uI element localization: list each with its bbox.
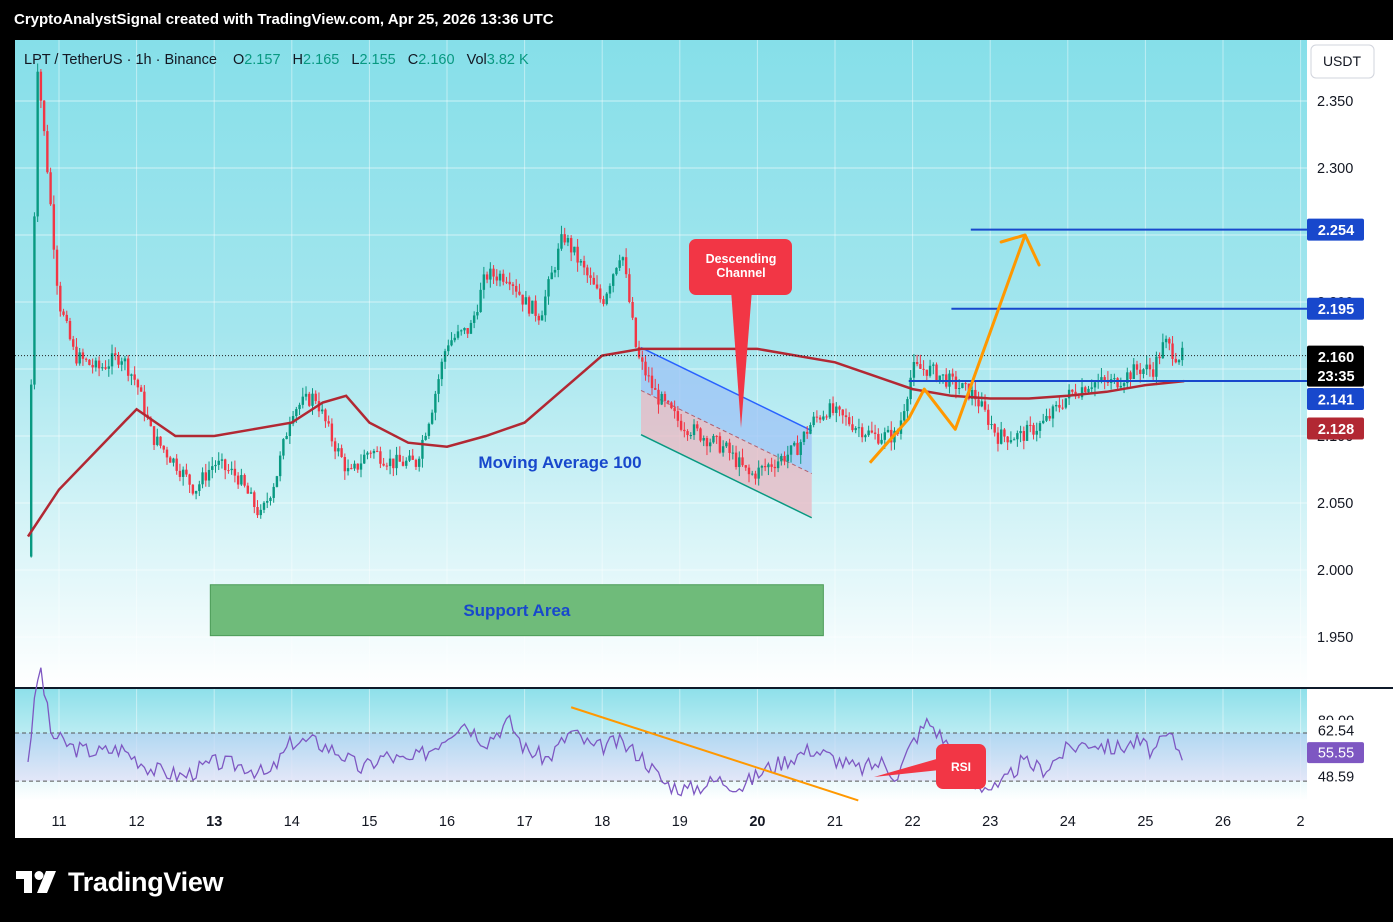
rsi-band bbox=[15, 733, 1307, 782]
time-tick-label: 16 bbox=[439, 814, 455, 830]
rsi-tick-label: 62.54 bbox=[1307, 720, 1364, 741]
candle bbox=[935, 362, 938, 383]
candle bbox=[961, 382, 964, 389]
price-tick-label: 2.000 bbox=[1317, 563, 1353, 579]
currency-button-label: USDT bbox=[1323, 53, 1362, 69]
price-label-last: 2.160 bbox=[1307, 345, 1364, 368]
candle bbox=[42, 99, 46, 136]
time-tick-label: 17 bbox=[517, 814, 533, 830]
time-tick-label: 26 bbox=[1215, 814, 1231, 830]
price-label-ma: 2.128 bbox=[1307, 417, 1364, 440]
svg-text:62.54: 62.54 bbox=[1318, 724, 1354, 740]
symbol-info[interactable]: LPT / TetherUS · 1h · Binance bbox=[24, 52, 217, 68]
candle bbox=[59, 281, 62, 317]
rsi-tick-label: 48.59 bbox=[1307, 766, 1364, 788]
candle bbox=[699, 427, 702, 443]
close-value: 2.160 bbox=[418, 52, 454, 68]
candle bbox=[88, 358, 91, 366]
price-tick-label: 2.350 bbox=[1317, 94, 1353, 110]
price-label-level: 2.254 bbox=[1307, 218, 1364, 241]
descending-channel-label-line2: Channel bbox=[716, 266, 765, 280]
svg-text:2.160: 2.160 bbox=[1318, 350, 1354, 366]
candle bbox=[46, 124, 49, 174]
candle bbox=[243, 473, 246, 488]
time-tick-label: 23 bbox=[982, 814, 998, 830]
time-tick-label: 21 bbox=[827, 814, 843, 830]
price-tick-label: 2.300 bbox=[1317, 161, 1353, 177]
open-value: 2.157 bbox=[244, 52, 280, 68]
candle bbox=[527, 295, 531, 317]
time-tick-label: 22 bbox=[905, 814, 921, 830]
time-tick-label: 25 bbox=[1137, 814, 1153, 830]
candle bbox=[36, 63, 39, 222]
candle bbox=[634, 317, 638, 349]
time-tick-label: 20 bbox=[749, 814, 765, 830]
footer: TradingView bbox=[0, 838, 1393, 922]
chart-caption: CryptoAnalystSignal created with Trading… bbox=[0, 0, 1393, 40]
tradingview-logo-icon bbox=[16, 871, 56, 893]
low-value: 2.155 bbox=[359, 52, 395, 68]
chart-canvas: Support Area 2.3502.3002.2502.2002.1502.… bbox=[15, 40, 1393, 838]
svg-text:48.59: 48.59 bbox=[1318, 770, 1354, 786]
candle bbox=[605, 292, 608, 306]
candle bbox=[1064, 398, 1068, 410]
candle bbox=[531, 300, 534, 314]
time-tick-label: 14 bbox=[284, 814, 300, 830]
time-tick-label: 19 bbox=[672, 814, 688, 830]
svg-text:2.195: 2.195 bbox=[1318, 302, 1354, 318]
descending-channel-label-line1: Descending bbox=[706, 252, 777, 266]
svg-text:2.128: 2.128 bbox=[1318, 422, 1354, 438]
svg-text:23:35: 23:35 bbox=[1317, 369, 1354, 385]
time-tick-label: 18 bbox=[594, 814, 610, 830]
price-tick-label: 2.050 bbox=[1317, 496, 1353, 512]
price-label-level: 2.195 bbox=[1307, 297, 1364, 320]
svg-text:2.254: 2.254 bbox=[1318, 223, 1354, 239]
support-area: Support Area bbox=[209, 584, 824, 637]
currency-button[interactable]: USDT bbox=[1310, 44, 1375, 79]
time-tick-label: 2 bbox=[1297, 814, 1305, 830]
time-tick-label: 15 bbox=[361, 814, 377, 830]
price-label-countdown: 23:35 bbox=[1307, 364, 1364, 387]
rsi-tick-label: 55.55 bbox=[1307, 742, 1364, 764]
time-tick-label: 24 bbox=[1060, 814, 1076, 830]
rsi-axis-labels: 80.0062.5455.5548.59 bbox=[1307, 714, 1364, 788]
candle bbox=[49, 167, 52, 206]
price-label-level: 2.141 bbox=[1307, 388, 1364, 411]
time-tick-label: 12 bbox=[129, 814, 145, 830]
time-tick-label: 11 bbox=[51, 814, 66, 830]
candle bbox=[68, 317, 72, 341]
moving-average-label: Moving Average 100 bbox=[478, 453, 641, 472]
candle bbox=[33, 212, 36, 390]
time-tick-label: 13 bbox=[206, 814, 222, 830]
tradingview-logo[interactable]: TradingView bbox=[16, 866, 224, 898]
high-value: 2.165 bbox=[303, 52, 339, 68]
support-area-label: Support Area bbox=[463, 601, 571, 620]
candle bbox=[1116, 377, 1119, 390]
svg-text:55.55: 55.55 bbox=[1318, 746, 1354, 762]
ohlc-legend[interactable]: LPT / TetherUS · 1h · Binance O2.157 H2.… bbox=[24, 52, 529, 68]
volume-value: 3.82 K bbox=[487, 52, 529, 68]
price-tick-label: 1.950 bbox=[1317, 630, 1353, 646]
candle bbox=[275, 475, 279, 488]
rsi-label: RSI bbox=[951, 760, 971, 774]
candle bbox=[52, 195, 56, 259]
svg-text:2.141: 2.141 bbox=[1318, 393, 1354, 409]
tradingview-logo-text: TradingView bbox=[68, 866, 224, 897]
pane-separator[interactable] bbox=[15, 687, 1393, 689]
candle bbox=[308, 391, 311, 408]
